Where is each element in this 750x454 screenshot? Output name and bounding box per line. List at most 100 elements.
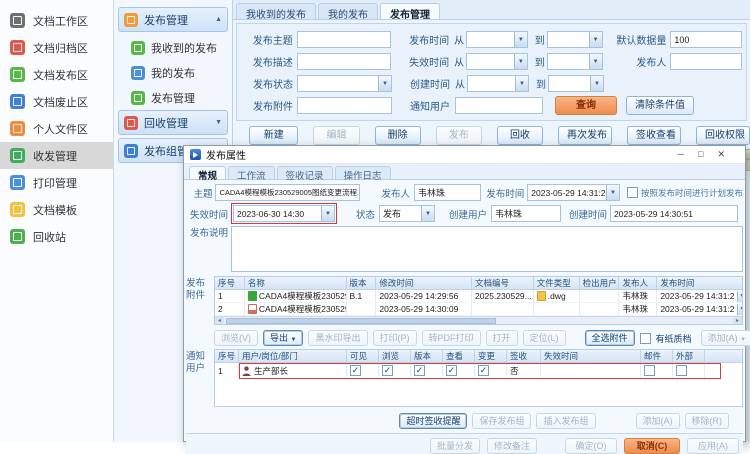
notify-user-input[interactable] (455, 97, 543, 114)
ncol-browse[interactable]: 浏览 (379, 350, 411, 362)
ncol-user[interactable]: 用户/岗位/部门 (239, 350, 347, 362)
nav-group-recycle-manage[interactable]: 回收管理▼ (118, 110, 228, 135)
save-publish-group-button[interactable]: 保存发布组 (472, 413, 531, 429)
state-combo[interactable]: 发布▼ (379, 205, 435, 222)
apply-button[interactable]: 应用(A) (687, 438, 739, 454)
watermark-export-button[interactable]: 黑水印导出 (308, 330, 367, 346)
paper-archive-checkbox[interactable] (640, 333, 651, 344)
dropdown-arrow-icon[interactable]: ▼ (606, 185, 619, 200)
dlg-publish-time-combo[interactable]: 2023-05-29 14:31:20▼ (527, 184, 620, 201)
sidebar-item-doc-workspace[interactable]: 文档工作区 (0, 7, 113, 34)
ncol-external[interactable]: 外部 (673, 350, 705, 362)
ncol-expire[interactable]: 失效时间 (541, 350, 641, 362)
publish-button[interactable]: 发布 (436, 126, 482, 145)
close-icon[interactable]: ✕ (717, 149, 725, 160)
print-button[interactable]: 打印(P) (373, 330, 417, 346)
ncol-mail[interactable]: 邮件 (641, 350, 673, 362)
sidebar-item-doc-archive[interactable]: 文档归档区 (0, 34, 113, 61)
ncol-visible[interactable]: 可见 (347, 350, 379, 362)
insert-publish-group-button[interactable]: 插入发布组 (536, 413, 595, 429)
dropdown-arrow-icon[interactable]: ▼ (378, 76, 391, 91)
maximize-icon[interactable]: □ (698, 149, 703, 160)
dlg-expire-time-combo[interactable]: 2023-06-30 14:30▼ (233, 205, 335, 222)
scrollbar-thumb[interactable] (226, 318, 496, 324)
sidebar-item-doc-publish[interactable]: 文档发布区 (0, 61, 113, 88)
mail-checkbox[interactable] (644, 365, 655, 376)
dlg-publisher-input[interactable]: 韦林珠 (414, 184, 481, 201)
dropdown-arrow-icon[interactable]: ▼ (590, 76, 603, 91)
pdf-print-button[interactable]: 转PDF打印 (422, 330, 481, 346)
version-checkbox[interactable]: ✓ (414, 365, 425, 376)
add-attachment-button[interactable]: 添加(A) ▼ (701, 330, 750, 346)
dropdown-arrow-icon[interactable]: ▼ (589, 54, 602, 69)
subject-input[interactable]: CADA4模程模板230529005图纸变更流程.20230529 (215, 184, 359, 201)
tab-operation-log[interactable]: 操作日志 (335, 166, 391, 179)
nav-item-my-publish[interactable]: 我的发布 (118, 60, 228, 85)
scroll-right-icon[interactable]: ▸ (733, 317, 742, 325)
open-button[interactable]: 打开 (486, 330, 518, 346)
dialog-title-bar[interactable]: 发布属性 ─ □ ✕ (184, 146, 745, 164)
browse-button[interactable]: 浏览(V) (214, 330, 258, 346)
dropdown-arrow-icon[interactable]: ▼ (737, 304, 742, 315)
default-count-input[interactable]: 100 (670, 31, 742, 48)
publish-state-combo[interactable]: ▼ (297, 75, 392, 92)
sidebar-item-personal-files[interactable]: 个人文件区 (0, 115, 113, 142)
view-checkbox[interactable]: ✓ (446, 365, 457, 376)
schedule-publish-checkbox[interactable] (627, 187, 638, 198)
locate-button[interactable]: 定位(L) (523, 330, 566, 346)
browse-checkbox[interactable]: ✓ (382, 365, 393, 376)
publish-attach-input[interactable] (297, 97, 392, 114)
ncol-change[interactable]: 变更 (475, 350, 507, 362)
dropdown-arrow-icon[interactable]: ▼ (514, 32, 527, 47)
expire-time-to-combo[interactable]: ▼ (547, 53, 603, 70)
select-all-attachments-button[interactable]: 全选附件 (585, 330, 635, 346)
nav-item-received-publish[interactable]: 我收到的发布 (118, 35, 228, 60)
tab-general[interactable]: 常规 (189, 166, 226, 179)
sign-view-button[interactable]: 签收查看 (627, 126, 681, 145)
sidebar-item-doc-abolish[interactable]: 文档废止区 (0, 88, 113, 115)
recall-button[interactable]: 回收 (497, 126, 543, 145)
edit-note-button[interactable]: 修改备注 (487, 438, 537, 454)
external-checkbox[interactable] (676, 365, 687, 376)
publish-time-to-combo[interactable]: ▼ (547, 31, 603, 48)
overdue-sign-remind-button[interactable]: 超时签收提醒 (399, 413, 467, 429)
attachments-h-scrollbar[interactable]: ◂ ▸ (215, 316, 742, 324)
ncol-no[interactable]: 序号 (215, 350, 239, 362)
acol-doc-no[interactable]: 文档编号 (472, 277, 534, 290)
ncol-sign[interactable]: 签收 (507, 350, 541, 362)
sidebar-item-send-receive[interactable]: 收发管理 (0, 142, 113, 169)
create-time-to-combo[interactable]: ▼ (548, 75, 604, 92)
delete-button[interactable]: 删除 (375, 126, 421, 145)
publish-time-from-combo[interactable]: ▼ (466, 31, 528, 48)
scroll-left-icon[interactable]: ◂ (215, 317, 224, 325)
acol-publisher[interactable]: 发布人 (619, 277, 657, 290)
nav-item-publish-manage[interactable]: 发布管理 (118, 85, 228, 110)
clear-conditions-button[interactable]: 清除条件值 (626, 96, 694, 115)
cancel-button[interactable]: 取消(C) (624, 438, 680, 454)
ncol-version[interactable]: 版本 (411, 350, 443, 362)
query-button[interactable]: 查询 (555, 96, 617, 115)
attachment-row[interactable]: 1 CADA4模程模板230529005.dwg B.1 2023-05-29 … (215, 290, 742, 303)
republish-button[interactable]: 再次发布 (558, 126, 612, 145)
recall-permission-button[interactable]: 回收权限 (696, 126, 750, 145)
ok-button[interactable]: 确定(O) (565, 438, 617, 454)
sidebar-item-doc-template[interactable]: 文档模板 (0, 196, 113, 223)
new-button[interactable]: 新建 (249, 126, 298, 145)
edit-button[interactable]: 编辑 (313, 126, 359, 145)
publish-subject-input[interactable] (297, 31, 392, 48)
tab-sign-record[interactable]: 签收记录 (277, 166, 333, 179)
tab-my-publish[interactable]: 我的发布 (318, 3, 378, 19)
minimize-icon[interactable]: ─ (678, 149, 684, 160)
acol-name[interactable]: 名称 (245, 277, 347, 290)
dropdown-arrow-icon[interactable]: ▼ (737, 291, 742, 302)
batch-distribute-button[interactable]: 批量分发 (430, 438, 480, 454)
create-user-input[interactable]: 韦林珠 (491, 205, 561, 222)
create-time-from-combo[interactable]: ▼ (467, 75, 529, 92)
attachment-row[interactable]: 2 CADA4模程模板230529005图.. 2023-05-29 14:30… (215, 303, 742, 316)
acol-publish-time[interactable]: 发布时间 (657, 277, 742, 290)
acol-no[interactable]: 序号 (215, 277, 245, 290)
remove-user-button[interactable]: 移除(R) (685, 413, 730, 429)
dropdown-arrow-icon[interactable]: ▼ (589, 32, 602, 47)
acol-checkout-user[interactable]: 检出用户 (580, 277, 620, 290)
create-time-input[interactable]: 2023-05-29 14:30:51 (610, 205, 738, 222)
